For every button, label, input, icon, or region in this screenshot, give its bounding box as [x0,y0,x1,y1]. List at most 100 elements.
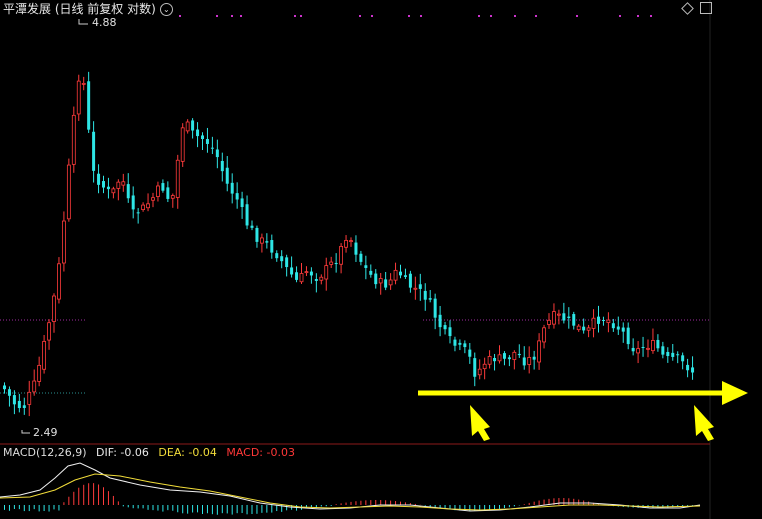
candle-body [290,267,294,275]
event-marker [637,15,639,17]
candle-body [196,129,200,137]
event-marker [294,15,296,17]
candle-body [106,186,110,190]
candle-body [691,367,695,373]
candle-body [235,193,239,200]
square-icon[interactable] [700,2,712,14]
candle-body [170,195,175,199]
candle-body [626,327,630,345]
event-marker [420,15,422,17]
candle-body [611,323,615,329]
macd-legend: MACD(12,26,9) DIF: -0.06 DEA: -0.04 MACD… [3,446,295,459]
candle-body [314,279,318,281]
candle-body [468,349,472,357]
candle-body [517,353,521,356]
candle-body [359,253,363,262]
macd-legend-label: MACD(12,26,9) [3,446,87,459]
candle-body [418,284,422,289]
candle-body [339,246,344,265]
candle-body [146,203,150,209]
candle-body [225,167,229,184]
candle-body [12,395,16,405]
candle-body [403,275,407,277]
candle-body [7,389,11,396]
candle-body [384,279,388,288]
candle-body [116,181,121,189]
candle-body [616,326,620,330]
candle-body [527,357,532,365]
candle-body [344,239,348,248]
candle-body [97,173,101,185]
event-marker [535,15,537,17]
candle-body [364,265,368,268]
candle-body [201,135,204,140]
event-marker [216,15,218,17]
event-marker [240,15,242,17]
event-marker [179,15,181,17]
candle-body [646,347,650,350]
candle-body [423,290,427,300]
candle-body [576,325,581,331]
candlestick-chart[interactable] [0,0,762,519]
candle-body [497,354,502,362]
chart-title-text: 平潭发展 (日线 前复权 对数) [3,2,156,16]
candle-body [175,159,180,198]
candle-body [102,181,105,188]
candle-body [319,276,324,281]
candle-body [81,82,86,85]
candle-body [76,80,81,115]
candle-body [661,346,665,355]
candle-body [62,220,66,264]
candle-body [413,287,418,290]
candle-body [487,356,492,365]
candle-body [205,139,209,144]
candle-body [126,184,130,199]
candle-body [185,121,190,132]
macd-legend-dea: DEA: -0.04 [158,446,217,459]
candle-body [493,357,497,362]
candle-body [428,298,432,300]
candle-body [631,347,635,352]
candle-body [285,257,289,268]
candle-body [651,340,655,352]
candle-body [547,319,551,325]
candle-body [349,240,353,243]
candle-body [71,114,76,165]
candle-body [512,351,517,360]
candle-body [270,240,274,253]
event-marker [231,15,233,17]
candle-body [443,325,447,330]
dea-line [0,473,701,511]
candle-body [572,314,576,326]
candle-body [166,187,170,199]
low-pointer [21,430,30,434]
candle-body [473,358,477,377]
event-marker-dots [179,15,652,17]
candle-body [3,385,6,390]
candle-body [52,295,56,322]
candle-body [215,149,219,158]
candle-body [92,131,96,171]
candle-body [136,212,140,214]
event-marker [371,15,373,17]
candle-body [666,351,670,357]
candle-body [656,339,660,349]
candle-body [537,340,541,363]
candle-body [32,380,37,393]
candle-body [17,400,21,409]
chevron-down-icon[interactable]: ⌄ [159,3,173,16]
candle-body [557,313,561,316]
candle-body [259,237,264,244]
candle-body [458,342,462,345]
candle-body [636,348,640,354]
candle-body [671,352,675,357]
candle-body [66,164,71,220]
event-marker [490,15,492,17]
candle-body [275,253,279,259]
candle-body [131,195,135,210]
candle-body [567,316,571,318]
event-marker [300,15,302,17]
candle-body [388,279,393,286]
candle-body [22,405,26,408]
pointer-arrow-icon [694,405,714,441]
